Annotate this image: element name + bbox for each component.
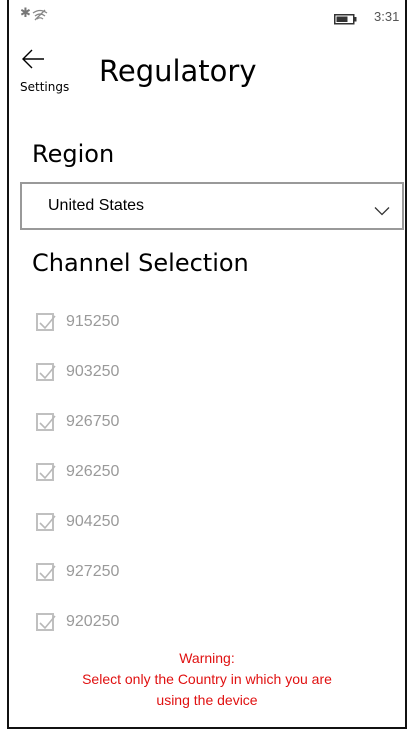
channel-checkbox[interactable] [36,513,56,531]
channel-label: 915250 [66,313,120,330]
channel-item[interactable]: 927250 [9,550,405,590]
channel-label: 920250 [66,613,120,630]
warning-text-line-1: Select only the Country in which you are [82,671,332,687]
channel-label: 904250 [66,513,120,530]
status-bar: ✱ 3:31 [9,0,405,28]
channel-checkbox[interactable] [36,413,56,431]
channel-item[interactable]: 903250 [9,350,405,390]
warning-title: Warning: [179,650,235,666]
back-button[interactable]: Settings [16,48,76,98]
region-selected-value: United States [48,197,145,214]
wifi-off-icon [32,6,48,25]
channel-checkbox[interactable] [36,563,56,581]
channel-checkbox[interactable] [36,313,56,331]
warning-message: Warning: Select only the Country in whic… [9,648,405,711]
back-arrow-icon [21,48,45,74]
warning-text-line-2: using the device [156,692,258,708]
channel-item[interactable]: 915250 [9,300,405,340]
app-window: ✱ 3:31 Settings Regulatory Region United… [7,0,407,729]
region-dropdown[interactable]: United States [20,182,404,230]
channel-item[interactable]: 920250 [9,600,405,640]
channel-label: 903250 [66,363,120,380]
bluetooth-icon: ✱ [20,6,31,21]
channel-label: 926250 [66,463,120,480]
channel-label: 927250 [66,563,120,580]
region-heading: Region [32,140,115,168]
channel-item[interactable]: 926750 [9,400,405,440]
channel-checkbox[interactable] [36,463,56,481]
channel-label: 926750 [66,413,120,430]
channel-selection-heading: Channel Selection [32,249,249,277]
chevron-down-icon [374,201,390,220]
channel-item[interactable]: 904250 [9,500,405,540]
status-time: 3:31 [374,9,400,24]
back-label: Settings [20,80,70,94]
channel-checkbox[interactable] [36,363,56,381]
channel-item[interactable]: 926250 [9,450,405,490]
battery-icon [334,10,358,29]
channel-checkbox[interactable] [36,613,56,631]
page-title: Regulatory [99,54,257,88]
